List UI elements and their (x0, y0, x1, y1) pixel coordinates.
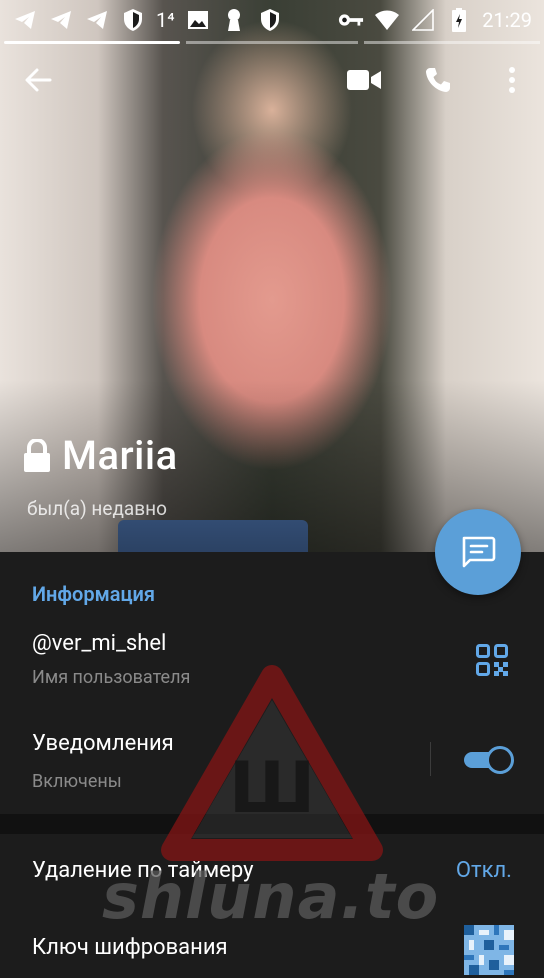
image-icon (185, 7, 211, 33)
more-vert-icon (509, 67, 515, 93)
qr-code-button[interactable] (472, 640, 512, 680)
call-button[interactable] (414, 52, 462, 108)
notifications-toggle[interactable] (464, 746, 514, 774)
telegram-icon (48, 7, 74, 33)
lock-icon (24, 438, 50, 472)
status-bar: 1⁴ 21:29 (0, 0, 544, 40)
qr-code-icon (476, 644, 508, 676)
notifications-state: Включены (32, 771, 122, 792)
watermark-text: shluna.to (102, 860, 440, 933)
send-message-button[interactable] (435, 509, 521, 595)
username-label: Имя пользователя (32, 667, 191, 688)
telegram-icon (84, 7, 110, 33)
story-progress-active (4, 41, 180, 44)
shield-icon (257, 7, 283, 33)
story-progress (364, 41, 540, 44)
action-bar (0, 52, 544, 108)
video-call-icon (347, 70, 381, 90)
shield-icon (120, 7, 146, 33)
section-separator (0, 814, 544, 834)
story-progress (186, 41, 358, 44)
vpn-key-icon (338, 7, 364, 33)
telegram-icon (12, 7, 38, 33)
status-icons-left: 1⁴ (12, 7, 283, 33)
encryption-key-title[interactable]: Ключ шифрования (32, 935, 228, 960)
profile-name: Mariia (62, 432, 178, 479)
auto-delete-value[interactable]: Откл. (456, 858, 512, 883)
keyhole-icon (221, 7, 247, 33)
status-icons-right: 21:29 (338, 7, 532, 33)
back-button[interactable] (14, 52, 62, 108)
divider (430, 742, 431, 776)
signal-text: 1⁴ (156, 8, 175, 32)
profile-name-row: Mariia (22, 432, 178, 479)
arrow-back-icon (25, 68, 52, 92)
last-seen-status: был(а) недавно (27, 497, 167, 520)
clock: 21:29 (482, 8, 532, 32)
toggle-knob (486, 746, 514, 774)
video-call-button[interactable] (340, 52, 388, 108)
encryption-key-image[interactable] (464, 925, 514, 975)
phone-icon (426, 68, 450, 92)
wifi-icon (374, 7, 400, 33)
message-icon (462, 536, 496, 568)
section-title-info: Информация (32, 582, 156, 606)
notifications-title[interactable]: Уведомления (32, 731, 174, 756)
username-value[interactable]: @ver_mi_shel (32, 631, 166, 656)
more-button[interactable] (488, 52, 536, 108)
battery-icon (446, 7, 472, 33)
signal-icon (410, 7, 436, 33)
